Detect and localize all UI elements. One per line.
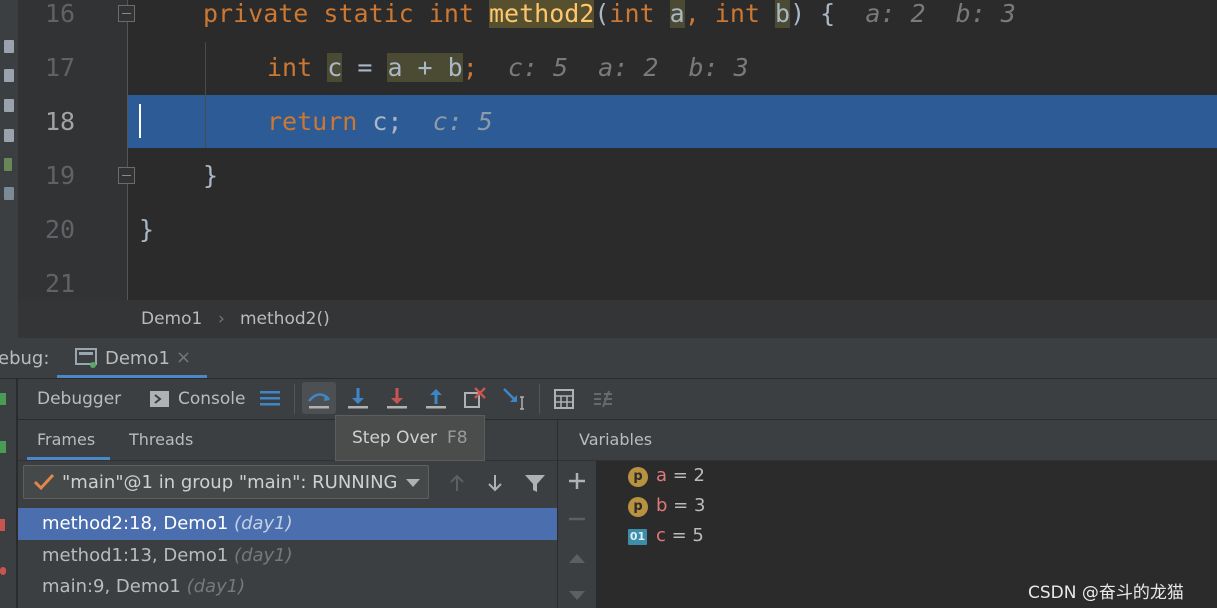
debug-side-toolbar xyxy=(0,379,16,608)
trace-stream-icon[interactable] xyxy=(589,385,617,413)
drop-frame-icon[interactable] xyxy=(461,385,489,413)
breadcrumb-method[interactable]: method2() xyxy=(240,309,330,329)
text-caret xyxy=(139,104,141,138)
file-icon[interactable] xyxy=(4,40,14,53)
move-down-icon[interactable] xyxy=(568,590,586,602)
add-watch-icon[interactable] xyxy=(568,472,586,490)
layout-icon[interactable] xyxy=(259,387,281,409)
step-over-icon[interactable] xyxy=(305,385,333,413)
breadcrumb: Demo1 › method2() xyxy=(18,300,1217,338)
breadcrumb-separator: › xyxy=(218,309,225,329)
tab-threads[interactable]: Threads xyxy=(129,430,193,449)
inline-value-hint: c: 5 a: 2 b: 3 xyxy=(507,53,749,82)
close-icon[interactable]: × xyxy=(176,347,191,368)
parameter-icon: p xyxy=(628,497,648,517)
step-over-tooltip: Step Over F8 xyxy=(335,415,485,461)
primitive-icon: 01 xyxy=(628,529,647,545)
breadcrumb-class[interactable]: Demo1 xyxy=(141,309,202,329)
debug-label: ebug: xyxy=(0,348,50,369)
stop-icon[interactable] xyxy=(0,519,5,531)
tab-console[interactable]: Console xyxy=(178,389,246,409)
checkmark-icon xyxy=(33,473,55,491)
arrow-up-icon[interactable] xyxy=(447,473,467,493)
inline-value-hint: c: 5 xyxy=(432,107,493,136)
frame-row[interactable]: main:9, Demo1 (day1) xyxy=(18,571,557,603)
variables-title: Variables xyxy=(579,430,653,449)
breakpoints-icon[interactable] xyxy=(0,567,6,575)
filter-icon[interactable] xyxy=(524,473,546,493)
tab-debugger[interactable]: Debugger xyxy=(37,389,121,409)
fold-marker-icon[interactable] xyxy=(118,5,135,22)
file-icon[interactable] xyxy=(4,99,14,112)
debug-tool-window-header: ebug: Demo1 × xyxy=(0,338,1217,379)
line-number: 16 xyxy=(45,0,76,28)
chevron-down-icon xyxy=(406,479,420,487)
fold-marker-icon[interactable] xyxy=(118,167,135,184)
file-icon[interactable] xyxy=(4,69,14,82)
step-out-icon[interactable] xyxy=(422,385,450,413)
rerun-icon[interactable] xyxy=(0,393,6,405)
variables-side-toolbar xyxy=(558,461,597,608)
tool-window-strip xyxy=(0,0,18,338)
indent-guide xyxy=(205,42,206,148)
parameter-icon: p xyxy=(628,467,648,487)
line-number: 20 xyxy=(45,215,76,244)
structure-icon[interactable] xyxy=(4,158,12,171)
frame-row[interactable]: method1:13, Demo1 (day1) xyxy=(18,540,557,572)
watermark: CSDN @奋斗的龙猫 xyxy=(1028,583,1184,603)
code-line-16[interactable]: private static int method2(int a, int b)… xyxy=(203,0,1016,41)
editor-gutter: 16 17 18 19 20 21 xyxy=(18,0,128,300)
tab-frames[interactable]: Frames xyxy=(37,430,95,449)
code-line-18[interactable]: return c; c: 5 xyxy=(267,95,493,149)
inline-value-hint: a: 2 b: 3 xyxy=(865,0,1016,28)
arrow-down-icon[interactable] xyxy=(485,473,505,493)
debug-toolbar: Debugger Console xyxy=(18,379,1217,420)
code-line-19[interactable]: } xyxy=(203,149,218,203)
force-step-into-icon[interactable] xyxy=(383,385,411,413)
gutter-divider xyxy=(127,0,128,300)
variable-row[interactable]: 01 c = 5 xyxy=(628,525,828,549)
toolbar-separator xyxy=(539,384,540,414)
toolbar-separator xyxy=(294,384,295,414)
console-icon xyxy=(150,391,169,407)
variable-row[interactable]: p a = 2 xyxy=(628,465,828,489)
thread-selector[interactable]: "main"@1 in group "main": RUNNING xyxy=(23,465,429,499)
remove-watch-icon[interactable] xyxy=(568,510,586,528)
code-line-20[interactable]: } xyxy=(139,203,154,257)
line-number: 19 xyxy=(45,161,76,190)
run-config-icon xyxy=(75,348,97,368)
step-into-icon[interactable] xyxy=(344,385,372,413)
move-up-icon[interactable] xyxy=(568,552,586,564)
thread-selector-value: "main"@1 in group "main": RUNNING xyxy=(62,472,398,493)
evaluate-expression-icon[interactable] xyxy=(550,385,578,413)
code-line-17[interactable]: int c = a + b; c: 5 a: 2 b: 3 xyxy=(267,41,749,95)
variables-panel-header: Variables xyxy=(558,420,1217,461)
tooltip-shortcut: F8 xyxy=(447,428,468,448)
terminal-icon[interactable] xyxy=(4,187,14,200)
file-icon[interactable] xyxy=(4,129,14,142)
resume-icon[interactable] xyxy=(0,441,6,453)
variable-row[interactable]: p b = 3 xyxy=(628,495,828,519)
tab-demo1[interactable]: Demo1 xyxy=(105,348,170,369)
active-tab-indicator xyxy=(57,375,207,378)
line-number: 17 xyxy=(45,53,76,82)
frame-row-selected[interactable]: method2:18, Demo1 (day1) xyxy=(18,508,557,540)
run-to-cursor-icon[interactable] xyxy=(500,385,528,413)
tooltip-action: Step Over xyxy=(352,428,437,448)
frames-tab-indicator xyxy=(27,457,110,460)
line-number-current: 18 xyxy=(45,107,76,136)
